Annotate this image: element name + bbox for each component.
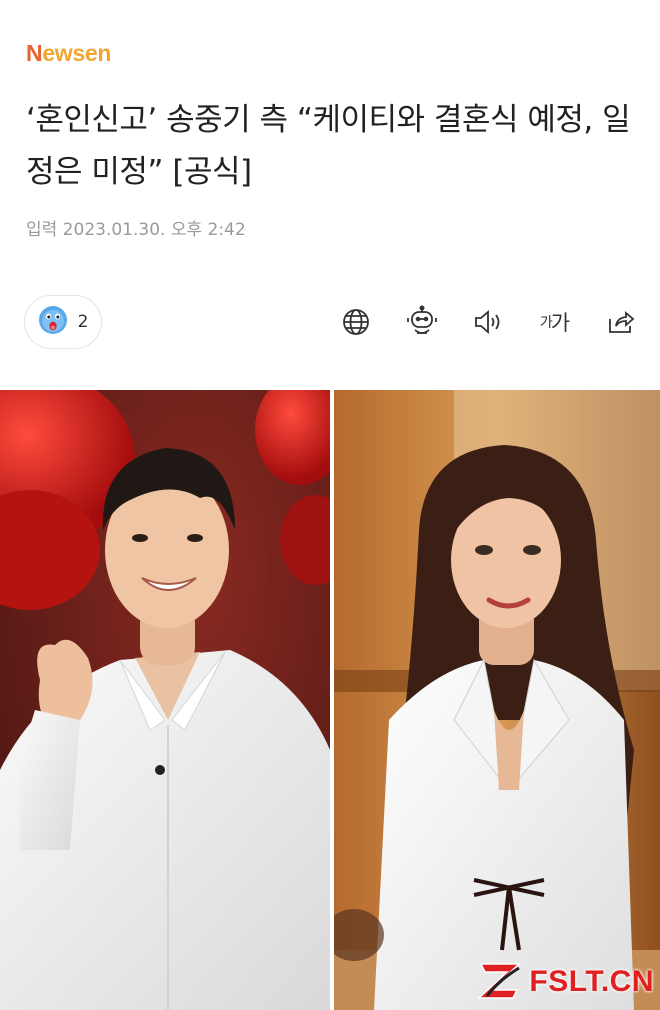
- logo-letter-n: N: [26, 40, 43, 66]
- article-toolbar: 가가: [338, 302, 638, 342]
- font-size-large-glyph: 가: [550, 311, 570, 335]
- logo-wordmark-rest: ewsen: [42, 40, 112, 66]
- fslt-logo-icon: [477, 960, 523, 1004]
- surprised-face-icon: [38, 305, 68, 339]
- article-headline: ‘혼인신고’ 송중기 측 “케이티와 결혼식 예정, 일정은 미정” [공식]: [26, 102, 631, 190]
- reaction-count: 2: [77, 312, 89, 332]
- font-size-small-glyph: 가: [539, 315, 553, 331]
- article-photo: FSLT.CN: [0, 390, 660, 1010]
- globe-icon[interactable]: [338, 304, 374, 340]
- watermark-text: FSLT.CN: [529, 965, 654, 998]
- newsen-logo[interactable]: Newsen: [26, 40, 111, 66]
- font-size-icon[interactable]: 가가: [536, 304, 572, 340]
- reaction-button[interactable]: 2: [24, 295, 102, 349]
- robot-icon[interactable]: [404, 304, 440, 340]
- woman-in-white-blouse-photo: [334, 390, 660, 1010]
- site-watermark: FSLT.CN: [477, 960, 654, 1004]
- article-dateline: 입력 2023.01.30. 오후 2:42: [26, 220, 246, 240]
- share-icon[interactable]: [602, 304, 638, 340]
- man-in-white-shirt-finger-heart-photo: [0, 390, 330, 1010]
- speaker-icon[interactable]: [470, 304, 506, 340]
